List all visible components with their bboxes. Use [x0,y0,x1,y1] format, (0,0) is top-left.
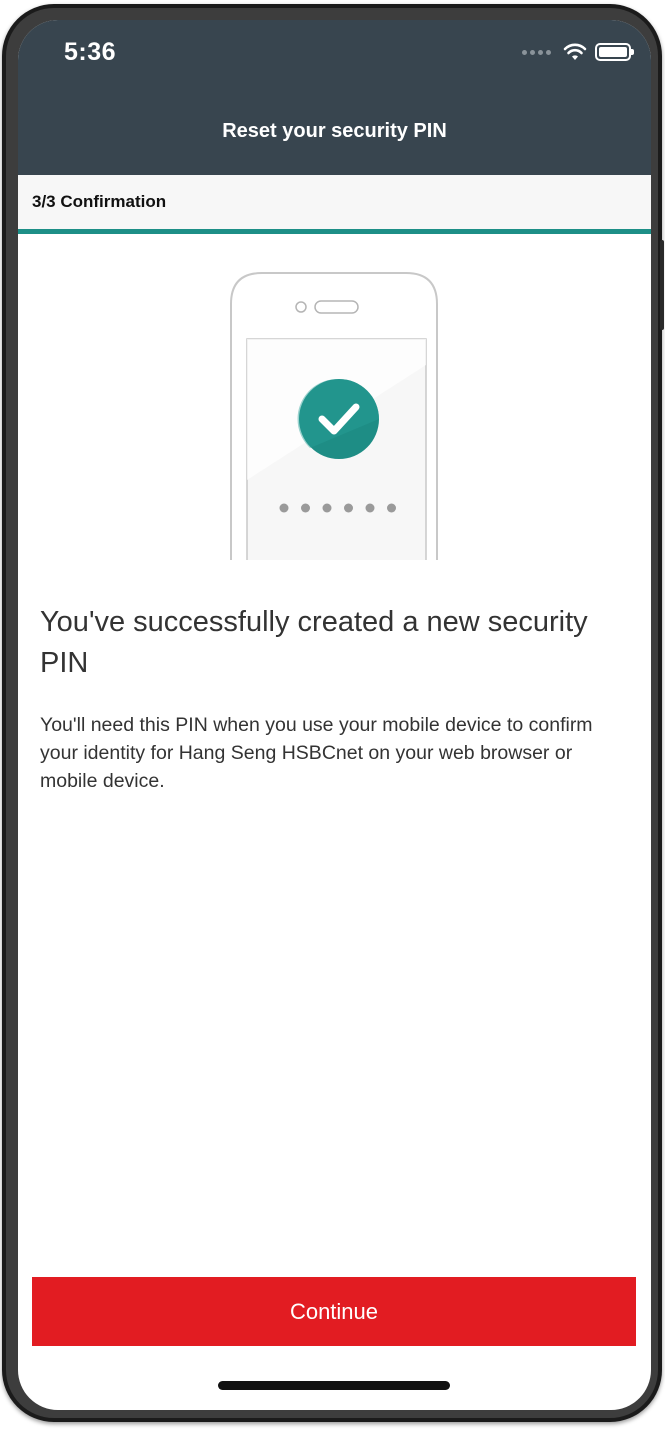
checkmark-circle-icon [297,378,379,459]
success-headline: You've successfully created a new securi… [40,606,588,679]
side-button [660,240,664,330]
app-header: 5:36 Reset your security PIN [18,20,651,175]
step-label: 3/3 Confirmation [32,192,167,211]
phone-outline-icon [230,272,438,560]
success-description: You'll need this PIN when you use your m… [40,714,593,792]
step-progress-bar: 3/3 Confirmation [18,175,651,234]
status-icons [522,42,634,62]
status-time: 5:36 [64,38,117,66]
wifi-icon [563,43,587,60]
device-frame: 5:36 Reset your security PIN 3/3 Confirm… [2,4,664,1422]
continue-button[interactable]: Continue [32,1277,636,1346]
signal-dots-icon [522,49,551,55]
home-indicator[interactable] [218,1381,450,1390]
battery-icon [595,43,634,61]
screen: 5:36 Reset your security PIN 3/3 Confirm… [18,20,651,1410]
page-title: Reset your security PIN [222,120,447,142]
